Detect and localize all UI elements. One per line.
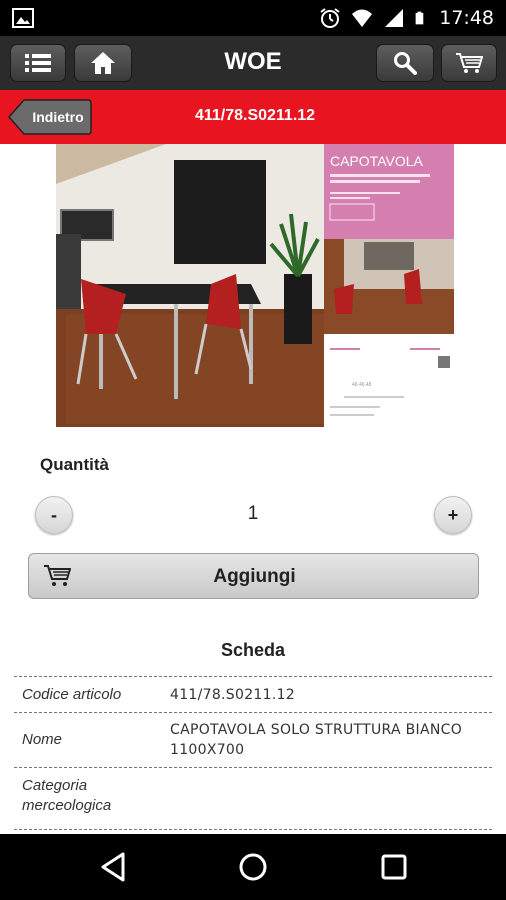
page-title: 411/78.S0211.12 bbox=[194, 107, 316, 124]
back-nav-icon[interactable] bbox=[97, 850, 131, 884]
menu-button[interactable] bbox=[10, 44, 66, 82]
product-image: CAPOTAVOLA 46.46.48 bbox=[56, 144, 454, 427]
alarm-icon bbox=[320, 8, 340, 28]
spec-table: Codice articolo 411/78.S0211.12 Nome CAP… bbox=[14, 676, 492, 830]
home-nav-icon[interactable] bbox=[236, 850, 270, 884]
search-icon bbox=[394, 52, 417, 75]
back-label: Indietro bbox=[32, 109, 84, 125]
quantity-label: Quantità bbox=[40, 455, 109, 474]
room-photo bbox=[56, 144, 324, 427]
spec-value: 411/78.S0211.12 bbox=[170, 687, 295, 703]
catalog-code: 46.46.48 bbox=[352, 382, 372, 388]
sub-header: Indietro 411/78.S0211.12 bbox=[0, 90, 506, 144]
decrement-button[interactable]: - bbox=[35, 496, 73, 534]
search-button[interactable] bbox=[376, 44, 434, 82]
system-navigation-bar bbox=[0, 834, 506, 900]
svg-text:CAPOTAVOLA: CAPOTAVOLA bbox=[330, 153, 424, 169]
battery-icon bbox=[415, 11, 424, 25]
clock: 17:48 bbox=[439, 7, 494, 29]
wifi-icon bbox=[352, 9, 373, 27]
back-button[interactable]: Indietro bbox=[8, 99, 92, 135]
menu-icon bbox=[25, 54, 51, 72]
cart-button[interactable] bbox=[441, 44, 497, 82]
quantity-value[interactable]: 1 bbox=[200, 503, 306, 525]
image-icon bbox=[12, 8, 34, 28]
app-title: WOE bbox=[224, 48, 282, 75]
table-row: Nome CAPOTAVOLA SOLO STRUTTURA BIANCO 11… bbox=[14, 712, 492, 767]
signal-icon bbox=[385, 9, 404, 27]
table-row: Codice articolo 411/78.S0211.12 bbox=[14, 676, 492, 712]
recents-nav-icon[interactable] bbox=[377, 850, 411, 884]
add-to-cart-button[interactable]: Aggiungi bbox=[28, 553, 479, 599]
spec-value: CAPOTAVOLA SOLO STRUTTURA BIANCO 1100X70… bbox=[170, 722, 463, 758]
cart-icon bbox=[456, 53, 483, 73]
home-icon bbox=[91, 52, 115, 74]
catalog-page: CAPOTAVOLA 46.46.48 bbox=[324, 144, 454, 427]
add-label: Aggiungi bbox=[213, 566, 296, 587]
scheda-title: Scheda bbox=[220, 640, 286, 660]
increment-button[interactable]: + bbox=[434, 496, 472, 534]
spec-key: Nome bbox=[22, 731, 63, 748]
app-header: WOE bbox=[0, 36, 506, 90]
status-bar: 17:48 bbox=[0, 0, 506, 36]
home-button[interactable] bbox=[74, 44, 132, 82]
table-row: Categoria merceologica bbox=[14, 767, 492, 830]
spec-key: Codice articolo bbox=[22, 686, 122, 703]
spec-key: Categoria merceologica bbox=[22, 777, 112, 814]
